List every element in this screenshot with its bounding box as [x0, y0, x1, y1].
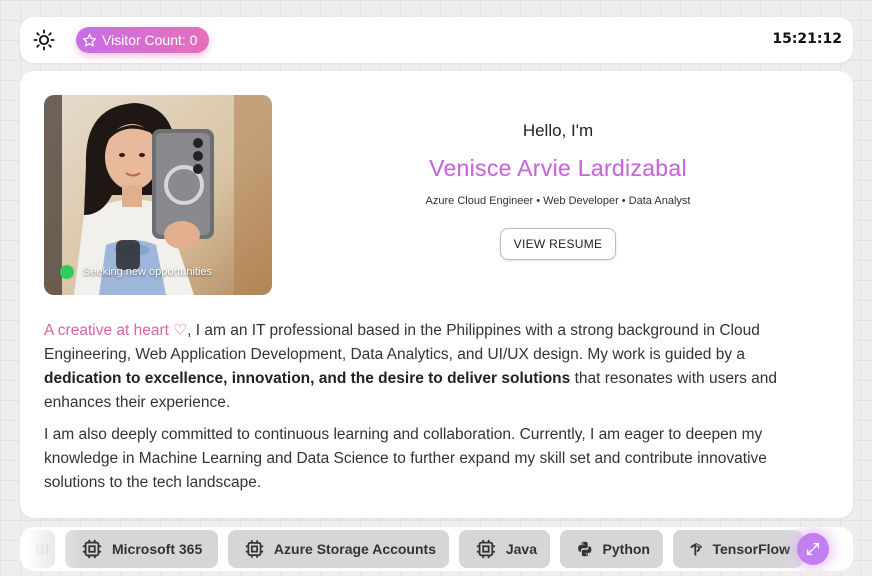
- status-indicator: Seeking new opportunities: [60, 265, 212, 279]
- visitor-count-label: Visitor Count: 0: [102, 32, 198, 48]
- star-icon: [82, 33, 97, 46]
- about-accent: A creative at heart ♡: [44, 322, 188, 339]
- about-paragraph-2: I am also deeply committed to continuous…: [44, 426, 767, 491]
- skill-label: Java: [505, 541, 537, 557]
- clock: 15:21:12: [772, 31, 842, 47]
- skill-chip[interactable]: Microsoft 365: [65, 530, 218, 568]
- expand-icon: [806, 542, 820, 556]
- expand-skills-button[interactable]: [797, 533, 829, 565]
- chip-icon: [82, 539, 102, 559]
- skill-chip[interactable]: Python: [560, 530, 663, 568]
- about-paragraph-1: A creative at heart ♡, I am an IT profes…: [44, 319, 824, 415]
- top-bar: Visitor Count: 0 15:21:12: [20, 17, 853, 63]
- skill-chip[interactable]: Azure Storage Accounts: [228, 530, 449, 568]
- python-icon: [578, 541, 592, 557]
- tensorflow-icon: [690, 542, 702, 557]
- chip-icon: [245, 540, 264, 558]
- theme-toggle-sun-icon[interactable]: [33, 29, 55, 51]
- carousel-fade-left: [20, 527, 80, 571]
- skill-chip[interactable]: Java: [459, 530, 550, 568]
- profile-card: Seeking new opportunities Hello, I'm Ven…: [20, 71, 853, 518]
- chip-icon: [476, 539, 496, 559]
- skills-carousel: BI Microsoft 365 Azure Storage Accounts …: [20, 527, 853, 571]
- skill-label: Microsoft 365: [112, 541, 203, 557]
- profile-roles: Azure Cloud Engineer • Web Developer • D…: [425, 195, 691, 207]
- view-resume-button[interactable]: VIEW RESUME: [499, 228, 617, 260]
- skills-track: BI Microsoft 365 Azure Storage Accounts …: [20, 530, 813, 568]
- skill-label: Python: [602, 541, 650, 557]
- skill-label: Azure Storage Accounts: [273, 541, 436, 557]
- intro-section: Hello, I'm Venisce Arvie Lardizabal Azur…: [290, 121, 826, 260]
- skill-label: TensorFlow: [712, 541, 790, 557]
- greeting: Hello, I'm: [522, 121, 594, 140]
- status-label: Seeking new opportunities: [83, 266, 213, 278]
- visitor-count-badge: Visitor Count: 0: [76, 27, 209, 53]
- profile-name: Venisce Arvie Lardizabal: [290, 155, 826, 182]
- status-dot-icon: [60, 265, 74, 279]
- profile-photo: Seeking new opportunities: [44, 95, 272, 295]
- about-text: A creative at heart ♡, I am an IT profes…: [44, 319, 824, 495]
- about-highlight: dedication to excellence, innovation, an…: [44, 370, 571, 387]
